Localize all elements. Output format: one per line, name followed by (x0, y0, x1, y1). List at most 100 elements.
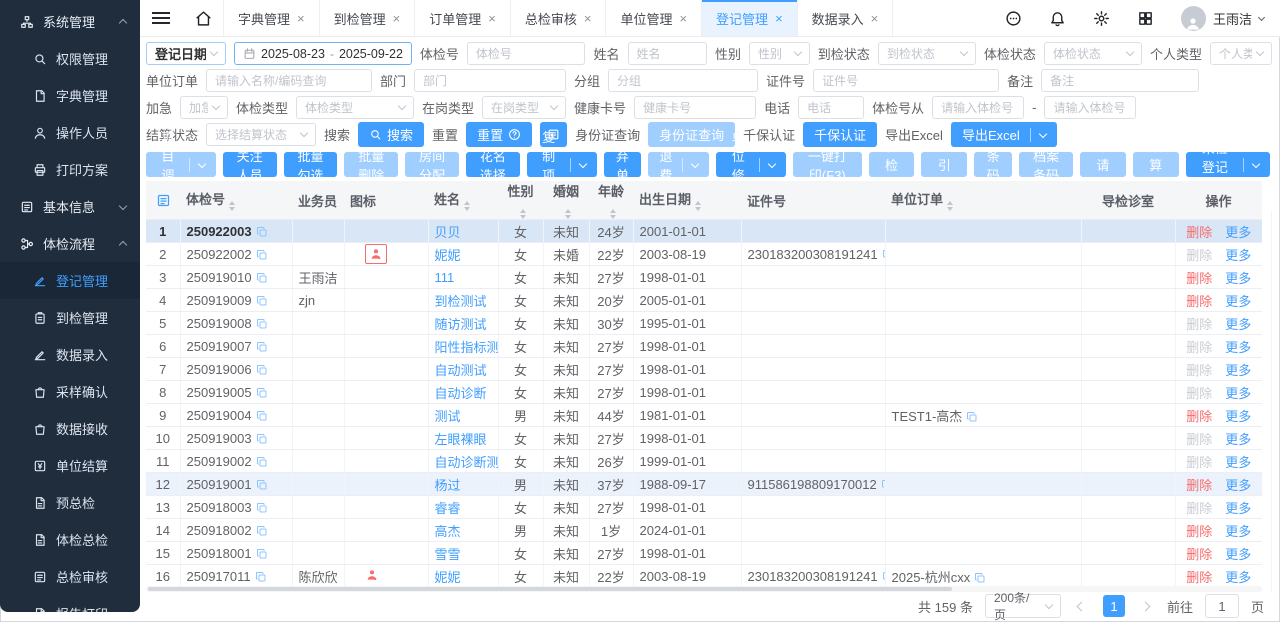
one-key-print-button[interactable]: 一键打印(F3) (793, 152, 861, 177)
horizontal-scrollbar-thumb[interactable] (148, 587, 952, 591)
delete-link[interactable]: 删除 (1186, 383, 1212, 402)
table-row[interactable]: 13250918003睿睿女未知27岁1998-01-01删除更多 (146, 496, 1262, 519)
tab-6[interactable]: 数据录入× (797, 0, 894, 36)
sidebar-item-dictionary-management[interactable]: 字典管理 (0, 77, 140, 114)
column-header-4[interactable]: 姓名 (428, 181, 498, 220)
delete-link[interactable]: 删除 (1186, 498, 1212, 517)
table-row[interactable]: 6250919007阳性指标测试女未知27岁1998-01-01删除更多 (146, 335, 1262, 358)
patient-name-link[interactable]: 高杰 (435, 524, 461, 539)
button-split-caret[interactable] (570, 158, 586, 172)
copy-icon[interactable] (256, 295, 268, 307)
more-link[interactable]: 更多 (1225, 245, 1251, 264)
notification-bell-icon[interactable] (1049, 10, 1066, 27)
sidebar-item-operators[interactable]: 操作人员 (0, 114, 140, 151)
sort-icon[interactable] (947, 201, 953, 211)
red-person-icon[interactable] (365, 568, 379, 582)
refund-button[interactable]: 退费 (648, 152, 709, 177)
patient-name-link[interactable]: 自动测试 (435, 363, 487, 378)
more-link[interactable]: 更多 (1225, 337, 1251, 356)
delete-link[interactable]: 删除 (1186, 452, 1212, 471)
table-row[interactable]: 10250919003左眼裸眼女未知27岁1998-01-01删除更多 (146, 427, 1262, 450)
more-link[interactable]: 更多 (1225, 567, 1251, 586)
person-name[interactable]: 姓名 (628, 42, 707, 65)
delete-link[interactable]: 删除 (1186, 337, 1212, 356)
delete-link[interactable]: 删除 (1186, 521, 1212, 540)
copy-project-button[interactable]: 复制项目 (527, 152, 597, 177)
tab-1[interactable]: 到检管理× (319, 0, 416, 36)
delete-link[interactable]: 删除 (1186, 567, 1212, 586)
page-size-select[interactable]: 200条/页 (985, 594, 1061, 618)
copy-icon[interactable] (881, 479, 885, 491)
more-link[interactable]: 更多 (1225, 291, 1251, 310)
prev-page-button[interactable] (1073, 603, 1091, 610)
register-date-range[interactable]: 2025-08-23-2025-09-22 (234, 42, 412, 65)
sort-icon[interactable] (229, 201, 235, 211)
close-icon[interactable]: × (679, 12, 687, 25)
tab-5[interactable]: 登记管理× (701, 0, 798, 36)
patient-name-link[interactable]: 妮妮 (435, 248, 461, 263)
batch-check-button[interactable]: 批量勾选 (284, 152, 338, 177)
roster-select-button[interactable]: 花名选择 (466, 152, 520, 177)
copy-icon[interactable] (882, 571, 885, 583)
patient-name-link[interactable]: 杨过 (435, 478, 461, 493)
arrival-status[interactable]: 到检状态 (878, 42, 976, 65)
room-assign-button[interactable]: 房间分配 (405, 152, 459, 177)
copy-icon[interactable] (256, 433, 268, 445)
copy-icon[interactable] (256, 341, 268, 353)
exam-no-range-from[interactable]: 请输入体检号 (932, 96, 1024, 119)
sort-icon[interactable] (695, 201, 701, 211)
settlement-form-button[interactable]: 结算单 (1133, 152, 1179, 177)
apps-grid-icon[interactable] (1137, 10, 1154, 27)
sidebar-item-data-entry[interactable]: 数据录入 (0, 336, 140, 373)
unit-modify-button[interactable]: 单位修改 (716, 152, 786, 177)
red-person-icon[interactable] (365, 244, 387, 264)
table-row[interactable]: 3250919010王雨洁111女未知27岁1998-01-01删除更多 (146, 266, 1262, 289)
copy-icon[interactable] (256, 249, 268, 261)
person-type[interactable]: 个人类型 (1210, 42, 1272, 65)
list-icon[interactable] (156, 193, 171, 208)
copy-icon[interactable] (256, 387, 268, 399)
delete-link[interactable]: 删除 (1186, 544, 1212, 563)
column-header-5[interactable]: 性别 (498, 181, 543, 220)
table-row[interactable]: 15250918001雪雪女未知27岁1998-01-01删除更多 (146, 542, 1262, 565)
copy-icon[interactable] (256, 226, 268, 238)
patient-name-link[interactable]: 妮妮 (435, 570, 461, 585)
more-link[interactable]: 更多 (1225, 314, 1251, 333)
tab-4[interactable]: 单位管理× (605, 0, 702, 36)
copy-icon[interactable] (256, 548, 268, 560)
copy-icon[interactable] (256, 525, 268, 537)
gender[interactable]: 性别 (749, 42, 810, 65)
copy-icon[interactable] (255, 571, 267, 583)
button-split-caret[interactable] (1243, 158, 1259, 172)
project-adjust-button[interactable]: 项目调整 (146, 152, 216, 177)
patient-name-link[interactable]: 到检测试 (435, 294, 487, 309)
sort-icon[interactable] (520, 209, 526, 219)
message-icon[interactable] (1005, 10, 1022, 27)
phone[interactable]: 电话 (798, 96, 864, 119)
group[interactable]: 分组 (608, 69, 758, 92)
patient-name-link[interactable]: 自动诊断测试 (435, 455, 499, 470)
more-link[interactable]: 更多 (1225, 406, 1251, 425)
sidebar-item-pre-summary[interactable]: 预总检 (0, 484, 140, 521)
sidebar-item-permission-management[interactable]: 权限管理 (0, 40, 140, 77)
more-link[interactable]: 更多 (1225, 429, 1251, 448)
exam-no-range-to[interactable]: 请输入体检号 (1044, 96, 1136, 119)
sidebar-item-basic-info[interactable]: 基本信息 (0, 188, 140, 225)
tab-0[interactable]: 字典管理× (223, 0, 320, 36)
patient-name-link[interactable]: 贝贝 (435, 225, 461, 240)
barcode-button[interactable]: 条码 (974, 152, 1012, 177)
delete-link[interactable]: 删除 (1186, 314, 1212, 333)
column-header-6[interactable]: 婚姻 (543, 181, 589, 220)
delete-link[interactable]: 删除 (1186, 406, 1212, 425)
settlement-status[interactable]: 选择结算状态 (206, 123, 316, 146)
sidebar-item-print-scheme[interactable]: 打印方案 (0, 151, 140, 188)
button-split-caret[interactable] (1030, 128, 1046, 142)
collapse-sidebar-button[interactable] (140, 0, 182, 36)
urgent[interactable]: 加急 (180, 96, 228, 119)
sort-icon[interactable] (565, 209, 571, 219)
delete-link[interactable]: 删除 (1186, 245, 1212, 264)
button-split-caret[interactable] (759, 158, 775, 172)
search-button[interactable]: 搜索 (358, 122, 424, 147)
column-header-10[interactable]: 单位订单 (885, 181, 1081, 220)
home-tab[interactable] (182, 0, 224, 36)
